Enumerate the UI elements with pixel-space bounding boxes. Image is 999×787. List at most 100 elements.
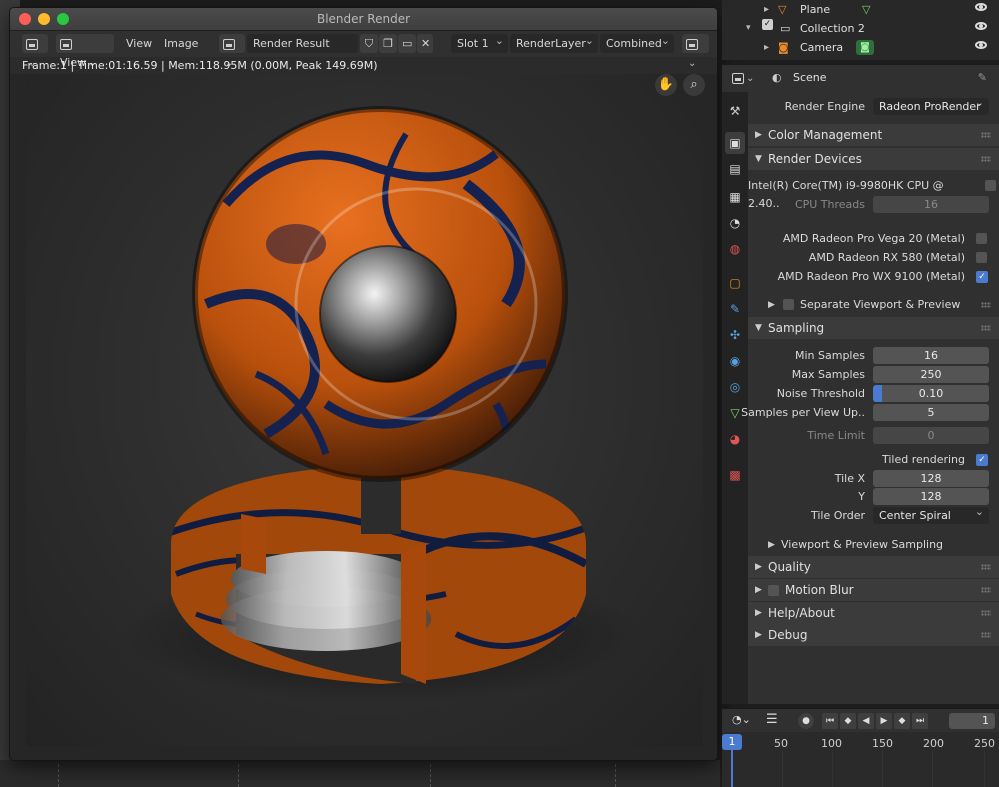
drag-handle-icon[interactable] — [981, 610, 991, 616]
editor-type-button[interactable]: ⌄ — [732, 71, 754, 84]
tiled-rendering-row[interactable]: Tiled rendering ✓ — [748, 451, 999, 469]
outliner-row-camera[interactable]: ▸ ◙ Camera ◙ — [722, 38, 999, 57]
object-tab-icon[interactable]: ▢ — [725, 272, 745, 294]
drag-handle-icon[interactable] — [981, 325, 991, 331]
image-menu[interactable]: Image — [164, 34, 198, 53]
tiled-rendering-checkbox[interactable]: ✓ — [976, 454, 988, 466]
close-icon[interactable]: ✕ — [417, 34, 433, 53]
max-samples-field[interactable]: 250 — [873, 366, 989, 383]
play-icon[interactable]: ▶ — [876, 713, 892, 729]
current-frame-field[interactable]: 1 — [949, 713, 995, 729]
motion-blur-panel[interactable]: ▶ Motion Blur — [748, 579, 999, 601]
render-engine-dropdown[interactable]: Radeon ProRender — [873, 94, 989, 115]
drag-handle-icon[interactable] — [981, 156, 991, 162]
drag-handle-icon[interactable] — [981, 632, 991, 638]
particles-tab-icon[interactable]: ✣ — [725, 324, 745, 346]
collection-icon: ▭ — [780, 22, 791, 35]
playhead-frame[interactable]: 1 — [722, 734, 742, 750]
jump-start-icon[interactable]: ⏮ — [822, 713, 838, 729]
outliner-row-collection-2[interactable]: ▾ ✓ ▭ Collection 2 — [722, 19, 999, 38]
quality-panel[interactable]: ▶ Quality — [748, 556, 999, 578]
time-limit-field[interactable]: 0 — [873, 427, 989, 444]
render-layer-dropdown[interactable]: RenderLayer — [510, 31, 598, 53]
menu-icon[interactable]: ☰ — [766, 712, 778, 727]
prev-keyframe-icon[interactable]: ◆ — [840, 713, 856, 729]
samples-per-view-label: Samples per View Up.. — [741, 406, 865, 419]
drag-handle-icon[interactable] — [981, 132, 991, 138]
texture-tab-icon[interactable]: ▩ — [725, 464, 745, 486]
modifier-tab-icon[interactable]: ✎ — [725, 298, 745, 320]
view-menu[interactable]: View — [126, 34, 152, 53]
tile-y-field[interactable]: 128 — [873, 488, 989, 505]
tile-x-field[interactable]: 128 — [873, 470, 989, 487]
min-samples-field[interactable]: 16 — [873, 347, 989, 364]
image-icon — [223, 38, 235, 50]
output-tab-icon[interactable]: ▤ — [725, 158, 745, 180]
eye-icon[interactable] — [975, 22, 987, 30]
folder-icon[interactable]: ▭ — [398, 34, 416, 53]
panel-title: Debug — [768, 628, 808, 642]
gpu3-row[interactable]: AMD Radeon Pro WX 9100 (Metal) ✓ — [748, 268, 999, 286]
constraints-tab-icon[interactable]: ◎ — [725, 376, 745, 398]
cpu-threads-field[interactable]: 16 — [873, 196, 989, 213]
cpu-device-checkbox[interactable] — [985, 180, 996, 191]
gpu1-checkbox[interactable] — [976, 233, 987, 244]
play-reverse-icon[interactable]: ◀ — [858, 713, 874, 729]
drag-handle-icon[interactable] — [981, 564, 991, 570]
browse-image-button[interactable]: ⌄ — [219, 34, 245, 69]
viewport-sampling-row[interactable]: ▶ Viewport & Preview Sampling — [748, 536, 999, 554]
zoom-icon[interactable]: ⌕ — [683, 74, 705, 96]
world-tab-icon[interactable]: ◍ — [725, 238, 745, 260]
drag-handle-icon[interactable] — [981, 587, 991, 593]
jump-end-icon[interactable]: ⏭ — [912, 713, 928, 729]
record-icon[interactable]: ● — [798, 713, 814, 729]
noise-threshold-slider[interactable]: 0.10 — [873, 385, 989, 402]
eye-icon[interactable] — [975, 41, 987, 49]
drag-handle-icon[interactable] — [981, 302, 991, 308]
tool-tab-icon[interactable]: ⚒ — [725, 100, 745, 122]
outliner-row-plane[interactable]: ▸ ▽ Plane ▽ — [722, 0, 999, 19]
physics-tab-icon[interactable]: ◉ — [725, 350, 745, 372]
clock-icon[interactable]: ◔⌄ — [732, 713, 751, 726]
view-mode-button[interactable]: View ⌄ — [56, 34, 114, 69]
duplicate-icon[interactable]: ❐ — [379, 34, 397, 53]
material-tab-icon[interactable]: ◕ — [725, 428, 745, 450]
help-about-panel[interactable]: ▶ Help/About — [748, 602, 999, 624]
debug-panel[interactable]: ▶ Debug — [748, 624, 999, 646]
properties-header: ⌄ ◐ Scene ✎ — [722, 64, 999, 92]
shield-icon[interactable]: ⛉ — [360, 34, 378, 53]
samples-per-view-field[interactable]: 5 — [873, 404, 989, 421]
background-editor-bottom — [0, 760, 720, 787]
eye-icon[interactable] — [975, 3, 987, 11]
editor-type-button[interactable]: ⌄ — [22, 34, 48, 69]
display-channels-button[interactable]: ⌄ — [682, 34, 709, 69]
render-tab-icon[interactable]: ▣ — [725, 132, 745, 154]
scene-tab-icon[interactable]: ◔ — [725, 212, 745, 234]
separate-viewport-row[interactable]: ▶ Separate Viewport & Preview Devices — [748, 296, 999, 329]
view-layer-tab-icon[interactable]: ▦ — [725, 186, 745, 208]
timeline-body[interactable]: 1 50 100 150 200 250 — [722, 732, 999, 787]
gpu2-row[interactable]: AMD Radeon RX 580 (Metal) — [748, 249, 999, 267]
color-management-panel[interactable]: ▶ Color Management — [748, 124, 999, 146]
outliner-label: Plane — [800, 3, 831, 16]
image-viewport[interactable]: ✋ ⌕ — [10, 74, 717, 760]
gpu3-label: AMD Radeon Pro WX 9100 (Metal) — [777, 270, 965, 283]
chevron-right-icon: ▶ — [755, 585, 762, 595]
next-keyframe-icon[interactable]: ◆ — [894, 713, 910, 729]
cpu-device-row[interactable]: Intel(R) Core(TM) i9-9980HK CPU @ 2.40.. — [748, 177, 999, 210]
gpu1-row[interactable]: AMD Radeon Pro Vega 20 (Metal) — [748, 230, 999, 248]
render-devices-panel[interactable]: ▼ Render Devices — [748, 148, 999, 170]
gpu2-checkbox[interactable] — [976, 252, 987, 263]
image-name-field[interactable]: Render Result — [247, 34, 358, 53]
render-pass-dropdown[interactable]: Combined — [600, 31, 674, 53]
window-titlebar[interactable]: Blender Render — [10, 8, 717, 31]
gpu3-checkbox[interactable]: ✓ — [976, 271, 988, 283]
pin-icon[interactable]: ✎ — [978, 71, 987, 84]
tile-order-dropdown[interactable]: Center Spiral — [873, 503, 989, 524]
slot-dropdown[interactable]: Slot 1 — [451, 31, 508, 53]
separate-viewport-checkbox[interactable] — [783, 299, 794, 310]
sampling-panel[interactable]: ▼ Sampling — [748, 317, 999, 339]
motion-blur-checkbox[interactable] — [768, 585, 779, 596]
hand-pan-icon[interactable]: ✋ — [655, 74, 677, 96]
collection-checkbox[interactable]: ✓ — [762, 19, 773, 30]
